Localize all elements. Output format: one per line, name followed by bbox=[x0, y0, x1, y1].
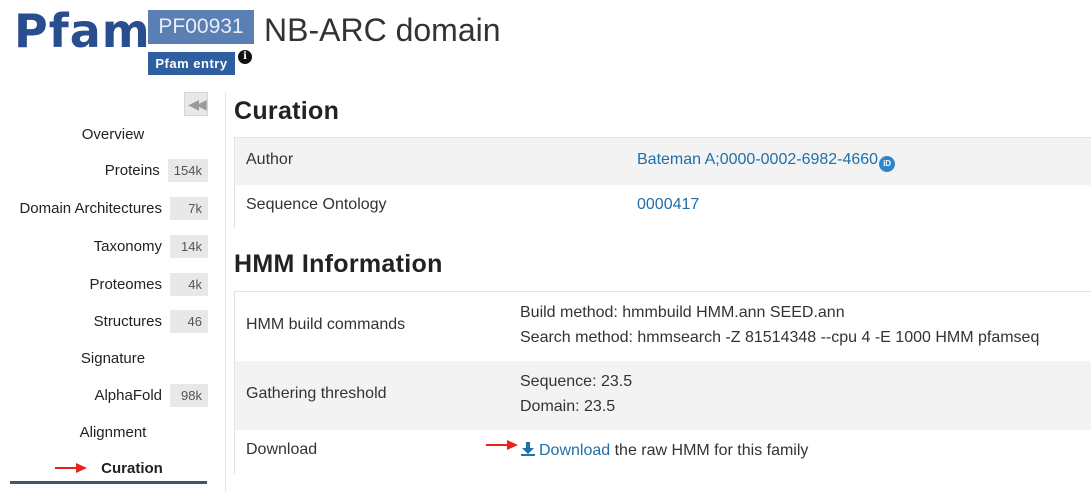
sidebar-item-alignment[interactable]: Alignment bbox=[0, 419, 226, 445]
threshold-label: Gathering threshold bbox=[246, 385, 387, 402]
count-badge: 4k bbox=[170, 272, 208, 296]
sidebar: ◀◀ Overview Proteins 154k Domain Archite… bbox=[0, 92, 226, 492]
table-row: HMM build commands Build method: hmmbuil… bbox=[235, 292, 1091, 361]
active-indicator bbox=[10, 481, 207, 484]
sidebar-item-label: Alignment bbox=[79, 423, 147, 441]
sidebar-item-label: Proteins bbox=[104, 161, 160, 179]
count-badge: 154k bbox=[167, 158, 208, 182]
count-badge: 7k bbox=[170, 196, 208, 220]
sidebar-item-alphafold[interactable]: AlphaFold 98k bbox=[0, 382, 210, 408]
sidebar-item-label: Overview bbox=[81, 125, 145, 143]
sidebar-item-label: AlphaFold bbox=[94, 386, 162, 404]
search-method: Search method: hmmsearch -Z 81514348 --c… bbox=[520, 329, 1040, 346]
sidebar-item-taxonomy[interactable]: Taxonomy 14k bbox=[0, 233, 210, 259]
table-row: Sequence Ontology 0000417 bbox=[235, 185, 1091, 229]
red-arrow-icon bbox=[486, 440, 518, 450]
sidebar-item-proteins[interactable]: Proteins 154k bbox=[0, 157, 210, 183]
table-row: Author Bateman A;0000-0002-6982-4660 iD bbox=[235, 138, 1091, 185]
author-value: Bateman A;0000-0002-6982-4660 iD bbox=[637, 151, 896, 172]
count-badge: 98k bbox=[170, 383, 208, 407]
author-link[interactable]: Bateman A;0000-0002-6982-4660 bbox=[637, 151, 878, 168]
author-label: Author bbox=[246, 151, 294, 168]
sidebar-item-label: Structures bbox=[93, 312, 162, 330]
download-text: Download the raw HMM for this family bbox=[520, 441, 808, 460]
ontology-link[interactable]: 0000417 bbox=[637, 196, 699, 214]
pfam-logo[interactable]: Pfam bbox=[14, 8, 151, 54]
sidebar-item-domain-architectures[interactable]: Domain Architectures 7k bbox=[0, 195, 210, 221]
download-suffix: the raw HMM for this family bbox=[610, 442, 809, 459]
sidebar-item-curation[interactable]: Curation bbox=[0, 455, 228, 481]
sidebar-item-signature[interactable]: Signature bbox=[0, 345, 226, 371]
sidebar-item-label: Taxonomy bbox=[93, 237, 162, 255]
download-link[interactable]: Download bbox=[539, 442, 610, 459]
info-icon[interactable]: i bbox=[238, 50, 252, 64]
red-arrow-icon bbox=[55, 463, 87, 473]
build-method: Build method: hmmbuild HMM.ann SEED.ann bbox=[520, 304, 845, 321]
build-label: HMM build commands bbox=[246, 316, 406, 333]
hmm-heading: HMM Information bbox=[234, 250, 443, 278]
table-row: Download Download the raw HMM for this f… bbox=[235, 430, 1091, 474]
download-icon[interactable] bbox=[520, 441, 536, 457]
orcid-icon[interactable]: iD bbox=[879, 156, 896, 172]
table-row: Gathering threshold Sequence: 23.5 Domai… bbox=[235, 361, 1091, 430]
double-chevron-left-icon[interactable]: ◀◀ bbox=[184, 92, 208, 116]
download-label: Download bbox=[246, 441, 318, 458]
count-badge: 14k bbox=[170, 234, 208, 258]
sidebar-item-label: Domain Architectures bbox=[19, 199, 162, 217]
sequence-threshold: Sequence: 23.5 bbox=[520, 373, 633, 390]
sidebar-item-label: Signature bbox=[80, 349, 146, 367]
sidebar-item-overview[interactable]: Overview bbox=[0, 121, 226, 147]
sidebar-item-label: Proteomes bbox=[89, 275, 162, 293]
ontology-label: Sequence Ontology bbox=[246, 196, 387, 213]
domain-threshold: Domain: 23.5 bbox=[520, 398, 616, 415]
sidebar-item-label: Curation bbox=[101, 459, 163, 477]
curation-table: Author Bateman A;0000-0002-6982-4660 iD S… bbox=[234, 137, 1091, 229]
entry-type-badge: Pfam entry bbox=[148, 52, 235, 75]
hmm-table: HMM build commands Build method: hmmbuil… bbox=[234, 291, 1091, 474]
count-badge: 46 bbox=[170, 309, 208, 333]
page-title: NB-ARC domain bbox=[264, 12, 501, 48]
sidebar-item-proteomes[interactable]: Proteomes 4k bbox=[0, 271, 210, 297]
curation-heading: Curation bbox=[234, 97, 340, 125]
sidebar-item-structures[interactable]: Structures 46 bbox=[0, 308, 210, 334]
accession-badge: PF00931 bbox=[148, 10, 254, 44]
